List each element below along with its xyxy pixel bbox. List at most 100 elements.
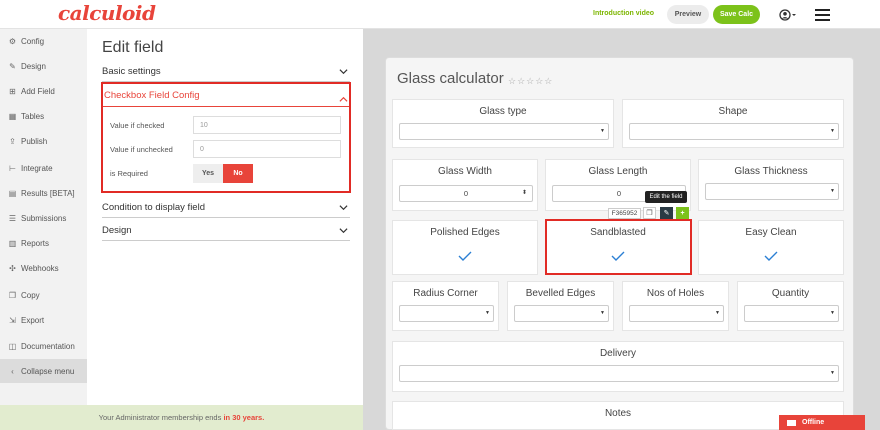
field-glass-length[interactable]: Glass Length 0 (545, 159, 691, 211)
copy-icon: ❐ (8, 290, 17, 300)
webhook-icon: ✣ (9, 263, 16, 273)
bevelled-edges-select[interactable]: ▼ (514, 305, 609, 322)
field-notes[interactable]: Notes (392, 401, 844, 430)
membership-notice: Your Administrator membership ends in 30… (0, 405, 363, 430)
sidebar-item-add-field[interactable]: ⊞ Add Field (0, 79, 87, 103)
field-easy-clean[interactable]: Easy Clean (698, 220, 844, 275)
radius-corner-select[interactable]: ▼ (399, 305, 494, 322)
offline-chat-button[interactable]: Offline (779, 415, 865, 430)
sidebar-item-label: Export (21, 315, 45, 325)
field-nos-of-holes[interactable]: Nos of Holes ▼ (622, 281, 729, 331)
sidebar-item-label: Results [BETA] (21, 188, 75, 198)
checkbox-config-title[interactable]: Checkbox Field Config (104, 90, 200, 101)
field-label: Polished Edges (430, 227, 500, 238)
plus-icon: ⊞ (9, 86, 16, 96)
field-label: Easy Clean (745, 227, 797, 238)
field-glass-width[interactable]: Glass Width 0 ⬍ (392, 159, 538, 211)
sidebar: ⚙ Config ✎ Design ⊞ Add Field ▦ Tables ⇪… (0, 29, 87, 405)
introduction-video-link[interactable]: Introduction video (593, 10, 654, 17)
accordion-label: Condition to display field (102, 202, 205, 213)
glass-width-input[interactable]: 0 ⬍ (399, 185, 533, 202)
edit-pencil-icon[interactable]: ✎ (660, 207, 673, 219)
sidebar-item-export[interactable]: ⇲ Export (0, 308, 87, 332)
sidebar-item-webhooks[interactable]: ✣ Webhooks (0, 256, 87, 280)
save-calc-button[interactable]: Save Calc (713, 5, 760, 24)
glass-thickness-select[interactable]: ▼ (705, 183, 839, 200)
gear-icon: ⚙ (8, 36, 17, 46)
chevron-left-icon: ‹ (11, 366, 14, 376)
spinner-icon[interactable]: ⬍ (522, 189, 527, 196)
field-label: Delivery (599, 348, 637, 359)
field-label: Bevelled Edges (525, 288, 596, 299)
value-if-checked-label: Value if checked (110, 121, 165, 130)
sidebar-item-label: Design (21, 61, 46, 71)
sidebar-item-label: Tables (21, 111, 45, 121)
envelope-icon (787, 419, 796, 426)
dropdown-arrow-icon: ▼ (830, 188, 835, 194)
shape-select[interactable]: ▼ (629, 123, 839, 140)
copy-icon[interactable]: ❐ (643, 207, 656, 219)
accordion-design[interactable]: Design (102, 221, 350, 241)
checkmark-icon[interactable] (458, 251, 472, 261)
sidebar-item-label: Webhooks (21, 263, 59, 273)
field-polished-edges[interactable]: Polished Edges (392, 220, 538, 275)
book-icon: ◫ (8, 341, 17, 351)
sidebar-item-copy[interactable]: ❐ Copy (0, 283, 87, 307)
field-delivery[interactable]: Delivery ▼ (392, 341, 844, 392)
upload-icon: ⇪ (9, 136, 16, 146)
dropdown-arrow-icon: ▼ (715, 310, 720, 316)
nos-of-holes-select[interactable]: ▼ (629, 305, 724, 322)
sidebar-item-label: Add Field (21, 86, 55, 96)
field-label: Notes (604, 408, 632, 419)
sidebar-item-tables[interactable]: ▦ Tables (0, 104, 87, 128)
field-glass-type[interactable]: Glass type ▼ (392, 99, 614, 148)
edit-field-tooltip: Edit the field (645, 191, 687, 203)
field-radius-corner[interactable]: Radius Corner ▼ (392, 281, 499, 331)
field-bevelled-edges[interactable]: Bevelled Edges ▼ (507, 281, 614, 331)
app-logo[interactable]: calculoid (58, 1, 156, 25)
brush-icon: ✎ (9, 61, 16, 71)
export-icon: ⇲ (9, 315, 16, 325)
field-label: Glass Length (588, 166, 648, 177)
page-title: Edit field (102, 39, 164, 56)
field-glass-thickness[interactable]: Glass Thickness ▼ (698, 159, 844, 211)
dropdown-arrow-icon: ▼ (830, 370, 835, 376)
sidebar-collapse-menu[interactable]: ‹ Collapse menu (0, 359, 87, 383)
value-if-unchecked-label: Value if unchecked (110, 145, 173, 154)
checkmark-icon[interactable] (764, 251, 778, 261)
value-if-checked-input[interactable]: 10 (193, 116, 341, 134)
field-label: Shape (718, 106, 748, 117)
accordion-condition[interactable]: Condition to display field (102, 198, 350, 218)
glass-width-value: 0 (463, 189, 469, 198)
dropdown-arrow-icon: ▼ (600, 310, 605, 316)
quantity-select[interactable]: ▼ (744, 305, 839, 322)
sidebar-item-documentation[interactable]: ◫ Documentation (0, 334, 87, 358)
add-plus-icon[interactable]: + (676, 207, 689, 219)
delivery-select[interactable]: ▼ (399, 365, 839, 382)
field-shape[interactable]: Shape ▼ (622, 99, 844, 148)
dropdown-arrow-icon: ▼ (830, 310, 835, 316)
required-yes-button[interactable]: Yes (193, 164, 223, 183)
accordion-basic-settings[interactable]: Basic settings (102, 62, 350, 82)
rating-stars[interactable]: ☆☆☆☆☆ (508, 76, 553, 87)
sidebar-item-config[interactable]: ⚙ Config (0, 29, 87, 53)
chevron-up-icon[interactable] (339, 95, 348, 104)
required-no-button[interactable]: No (223, 164, 253, 183)
list-icon: ☰ (8, 213, 17, 223)
field-label: Glass Thickness (734, 166, 808, 177)
glass-type-select[interactable]: ▼ (399, 123, 609, 140)
field-quantity[interactable]: Quantity ▼ (737, 281, 844, 331)
user-menu-icon[interactable] (779, 9, 797, 21)
value-if-unchecked-input[interactable]: 0 (193, 140, 341, 158)
code-icon: ⊢ (9, 163, 16, 173)
sidebar-item-submissions[interactable]: ☰ Submissions (0, 206, 87, 230)
field-label: Nos of Holes (646, 288, 705, 299)
sidebar-item-publish[interactable]: ⇪ Publish (0, 129, 87, 153)
sidebar-item-design[interactable]: ✎ Design (0, 54, 87, 78)
hamburger-menu-icon[interactable] (815, 9, 830, 21)
preview-button[interactable]: Preview (667, 5, 709, 24)
sidebar-item-reports[interactable]: ▥ Reports (0, 231, 87, 255)
sidebar-item-integrate[interactable]: ⊢ Integrate (0, 156, 87, 180)
sidebar-item-label: Copy (21, 290, 40, 300)
sidebar-item-results[interactable]: ▤ Results [BETA] (0, 181, 87, 205)
